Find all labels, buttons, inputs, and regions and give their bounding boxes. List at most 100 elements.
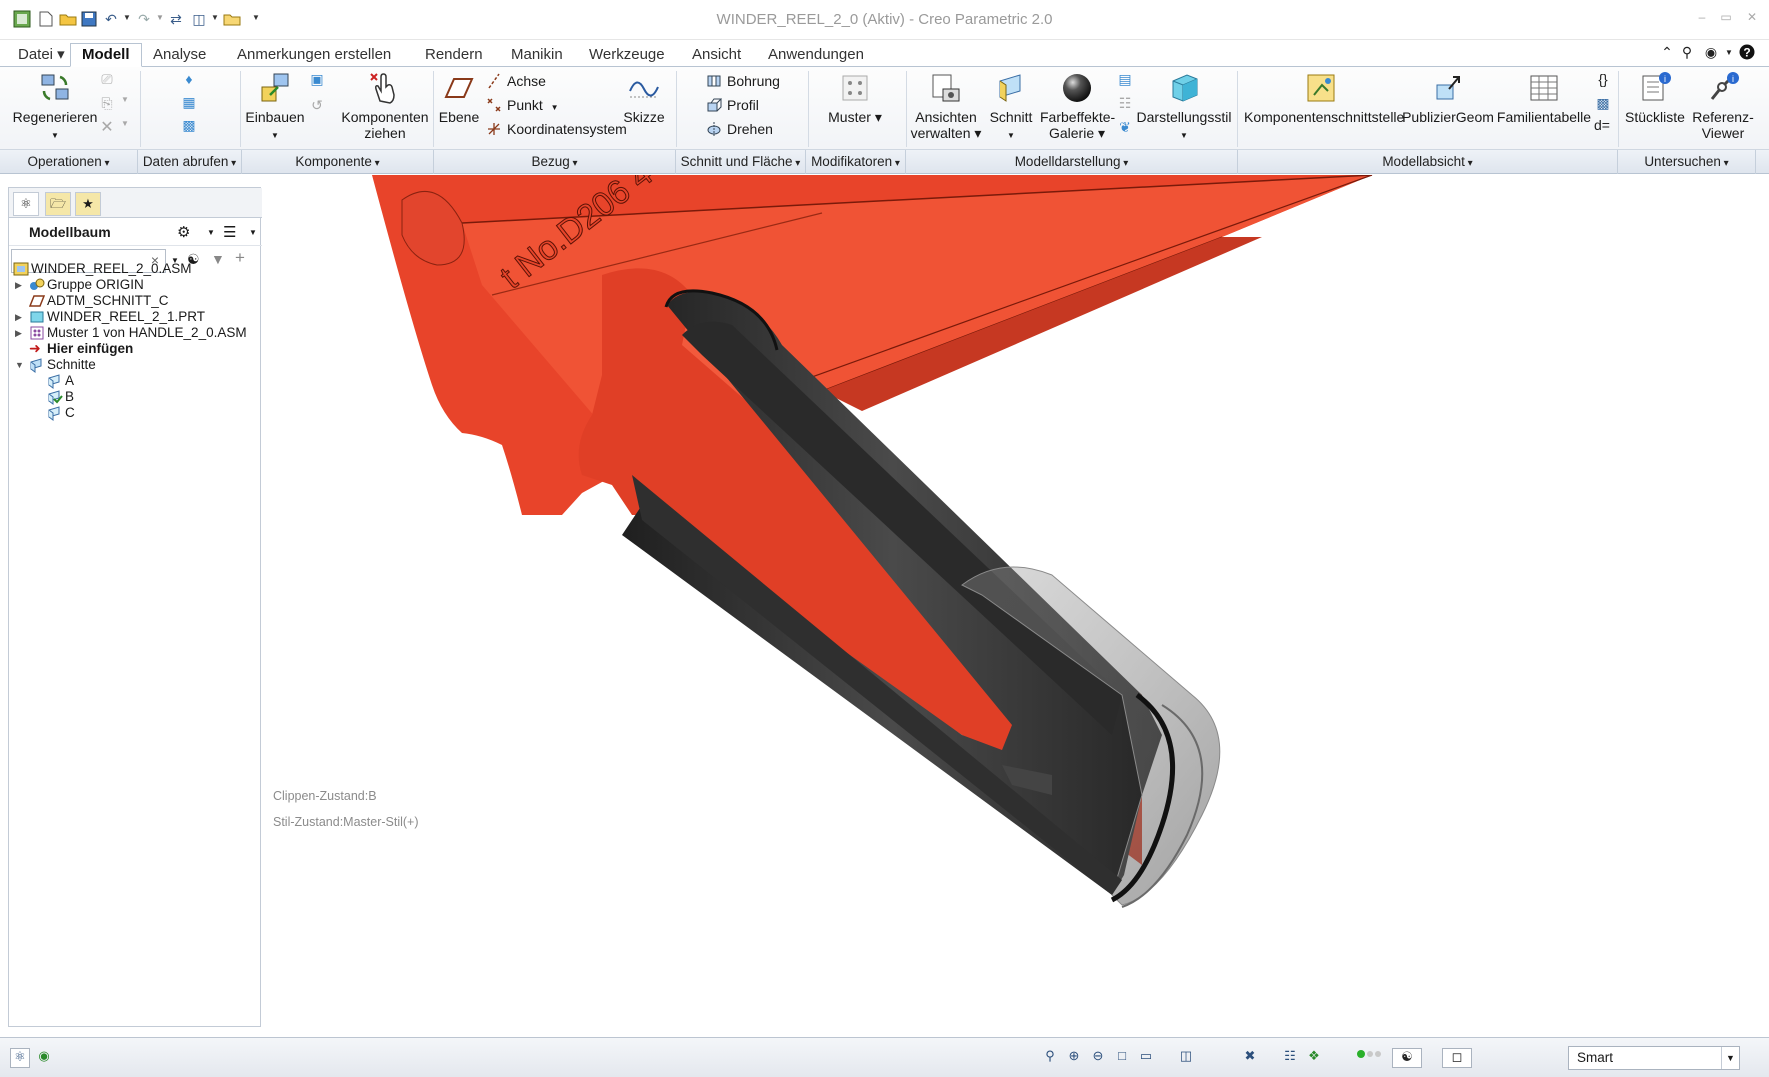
expand-arrow-icon[interactable]: ▶	[15, 324, 25, 342]
drag-components-button[interactable]: Komponenten ziehen	[338, 71, 432, 141]
group-modellabsicht[interactable]: Modellabsicht	[1238, 150, 1618, 174]
search-icon[interactable]: ⚲	[1678, 44, 1696, 62]
chevron-down-icon[interactable]: ▼	[1721, 1047, 1739, 1069]
spin-center-icon[interactable]: ❖	[1304, 1048, 1324, 1068]
tab-analyse[interactable]: Analyse	[141, 43, 218, 67]
expand-arrow-icon[interactable]: ▶	[15, 276, 25, 294]
hole-label: Bohrung	[727, 73, 780, 89]
selection-box-icon[interactable]: ◻	[1442, 1048, 1472, 1068]
paste-dropdown-icon[interactable]: ▼	[116, 95, 134, 113]
tab-werkzeuge[interactable]: Werkzeuge	[577, 43, 677, 67]
copy-geom-icon[interactable]: ♦	[180, 71, 198, 89]
bom-button[interactable]: i Stückliste	[1622, 71, 1688, 125]
revolve-button[interactable]: Drehen	[706, 119, 773, 139]
axis-button[interactable]: Achse	[486, 71, 546, 91]
delete-dropdown-icon[interactable]: ▼	[116, 119, 134, 137]
repeat-icon[interactable]: ↺	[308, 97, 326, 115]
drag-components-label-2: ziehen	[364, 125, 406, 141]
maximize-icon[interactable]: ▭	[1718, 10, 1734, 26]
axis-icon	[486, 73, 502, 89]
parameters-icon[interactable]: ▩	[1594, 95, 1612, 113]
publish-geom-button[interactable]: PublizierGeom	[1400, 71, 1496, 125]
family-table-button[interactable]: Familientabelle	[1496, 71, 1592, 125]
extrude-button[interactable]: Profil	[706, 95, 759, 115]
selection-filter-dropdown[interactable]: Smart ▼	[1568, 1046, 1740, 1070]
close-icon[interactable]: ✕	[1744, 10, 1760, 26]
saved-orientations-icon[interactable]: ▭	[1136, 1048, 1156, 1068]
zoom-in-icon[interactable]: ⊕	[1064, 1048, 1084, 1068]
paste-icon[interactable]: ⎘	[98, 95, 116, 113]
group-modelldarstellung[interactable]: Modelldarstellung	[906, 150, 1238, 174]
repaint-icon[interactable]: □	[1112, 1048, 1132, 1068]
refit-icon[interactable]: ⚲	[1040, 1048, 1060, 1068]
show-list-dropdown-icon[interactable]: ▼	[249, 228, 257, 237]
tab-rendern[interactable]: Rendern	[413, 43, 495, 67]
tab-modell[interactable]: Modell	[70, 43, 142, 67]
ribbon: Regenerieren ▼ ⎚ ⎘ ▼ ✕ ▼ ♦ ▦ ▩ Einbauen ▼ …	[0, 66, 1769, 174]
collapse-arrow-icon[interactable]: ▼	[15, 356, 25, 374]
display-settings-icon[interactable]: ▤	[1116, 71, 1134, 89]
graphics-viewport[interactable]: t No.D206 4 1 Clippen-Zustand:B Stil-Zus…	[262, 175, 1762, 1027]
help-icon[interactable]: ?	[1738, 44, 1756, 62]
folder-browser-tab-icon[interactable]: 🗁	[45, 192, 71, 216]
show-browser-icon[interactable]: ◉	[34, 1048, 54, 1068]
perspective-icon[interactable]: ❦	[1116, 119, 1134, 137]
d-equals-icon[interactable]: d=	[1590, 117, 1614, 135]
tab-datei[interactable]: Datei ▾	[6, 43, 77, 67]
pattern-button[interactable]: Muster ▾	[818, 71, 892, 125]
tab-manikin[interactable]: Manikin	[499, 43, 575, 67]
annotation-display-icon[interactable]: ☷	[1280, 1048, 1300, 1068]
family-table-label: Familientabelle	[1496, 109, 1592, 125]
section-button[interactable]: Schnitt ▼	[984, 71, 1038, 144]
appearance-gallery-button[interactable]: Farbeffekte- Galerie ▾	[1040, 71, 1115, 141]
model-render: t No.D206 4 1	[372, 175, 1373, 908]
tab-anmerkungen-erstellen[interactable]: Anmerkungen erstellen	[225, 43, 403, 67]
separator	[240, 71, 241, 147]
model-tree-title: Modellbaum	[29, 224, 111, 240]
layers-icon[interactable]: ☷	[1116, 95, 1134, 113]
group-bezug[interactable]: Bezug	[434, 150, 676, 174]
manage-views-button[interactable]: Ansichten verwalten ▾	[910, 71, 982, 141]
manage-views-label-1: Ansichten	[915, 109, 977, 125]
display-style-label: Darstellungsstil	[1136, 109, 1232, 125]
group-untersuchen[interactable]: Untersuchen	[1618, 150, 1756, 174]
delete-icon[interactable]: ✕	[98, 117, 116, 136]
assemble-button[interactable]: Einbauen ▼	[244, 71, 306, 144]
hole-button[interactable]: Bohrung	[706, 71, 780, 91]
tab-ansicht[interactable]: Ansicht	[680, 43, 753, 67]
group-daten-abrufen[interactable]: Daten abrufen	[138, 150, 242, 174]
favorites-tab-icon[interactable]: ★	[75, 192, 101, 216]
point-button[interactable]: Punkt ▼	[486, 95, 559, 115]
show-navigator-icon[interactable]: ⚛	[10, 1048, 30, 1068]
display-style-button[interactable]: Darstellungsstil ▼	[1136, 71, 1232, 144]
model-tree-tab-icon[interactable]: ⚛	[13, 192, 39, 216]
shrinkwrap-icon[interactable]: ▦	[180, 94, 198, 112]
create-component-icon[interactable]: ▣	[308, 71, 326, 89]
web-help-icon[interactable]: ◉	[1702, 44, 1720, 62]
plane-button[interactable]: Ebene	[436, 71, 482, 125]
minimize-ribbon-icon[interactable]: ⌃	[1658, 44, 1676, 62]
minimize-icon[interactable]: –	[1694, 10, 1710, 26]
component-interface-button[interactable]: Komponentenschnittstelle	[1244, 71, 1404, 125]
copy-icon[interactable]: ⎚	[98, 71, 116, 89]
coordinate-system-button[interactable]: Koordinatensystem	[486, 119, 627, 139]
reference-viewer-button[interactable]: i Referenz- Viewer	[1690, 71, 1756, 141]
tab-anwendungen[interactable]: Anwendungen	[756, 43, 876, 67]
web-help-dropdown-icon[interactable]: ▼	[1720, 48, 1738, 66]
group-modifikatoren[interactable]: Modifikatoren	[806, 150, 906, 174]
relations-icon[interactable]: {}	[1594, 71, 1612, 89]
sketch-button[interactable]: Skizze	[618, 71, 670, 125]
coordinate-system-label: Koordinatensystem	[507, 121, 627, 137]
group-schnitt-und-flaeche[interactable]: Schnitt und Fläche	[676, 150, 806, 174]
zoom-out-icon[interactable]: ⊖	[1088, 1048, 1108, 1068]
datum-display-icon[interactable]: ✖	[1240, 1048, 1260, 1068]
merge-icon[interactable]: ▩	[180, 117, 198, 135]
tree-settings-dropdown-icon[interactable]: ▼	[207, 228, 215, 237]
tree-settings-icon[interactable]: ⚙	[177, 223, 190, 241]
show-list-icon[interactable]: ☰	[223, 223, 236, 241]
view-manager-icon[interactable]: ◫	[1176, 1048, 1196, 1068]
regenerate-button[interactable]: Regenerieren ▼	[12, 71, 98, 144]
find-binoculars-icon[interactable]: ☯	[1392, 1048, 1422, 1068]
group-komponente[interactable]: Komponente	[242, 150, 434, 174]
group-operationen[interactable]: Operationen	[0, 150, 138, 174]
